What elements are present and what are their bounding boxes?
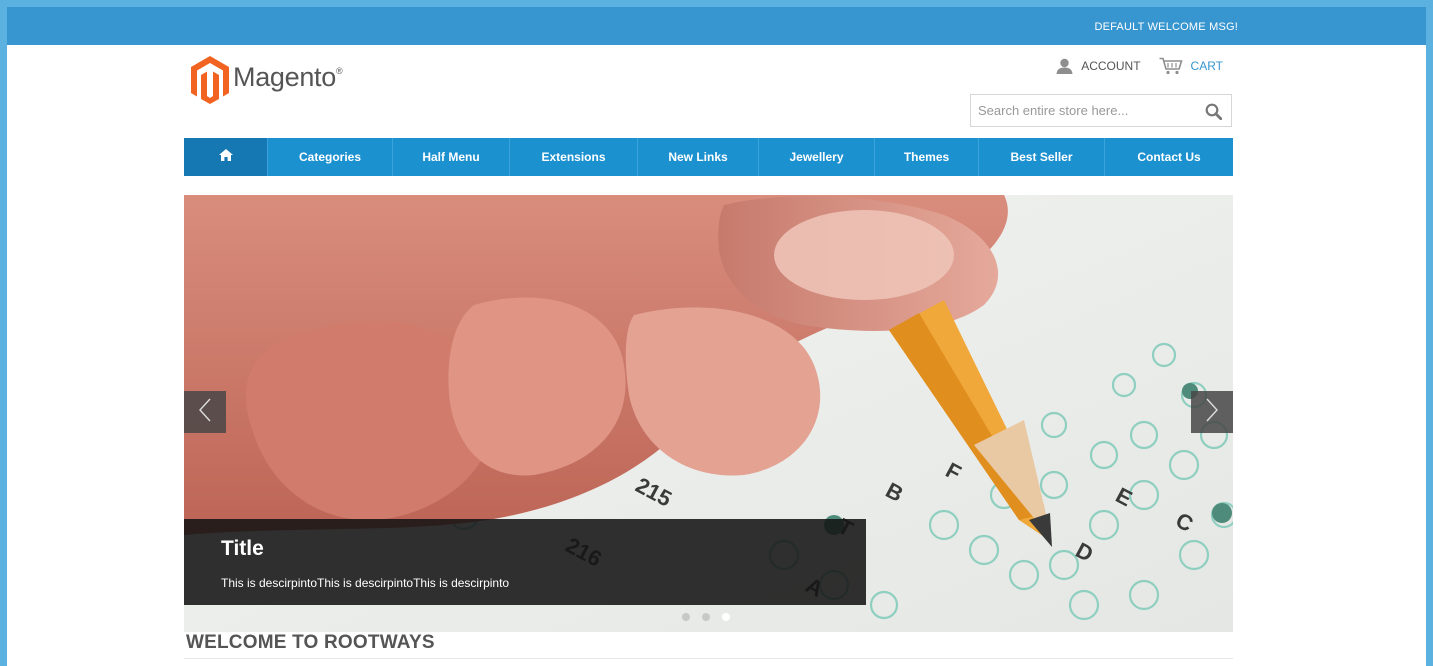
home-icon: [218, 138, 233, 176]
welcome-heading: WELCOME TO ROOTWAYS: [186, 632, 435, 653]
cart-icon: [1159, 57, 1183, 75]
slide-title: Title: [221, 537, 264, 560]
nav-item-best-seller[interactable]: Best Seller: [979, 138, 1105, 176]
magento-logo-icon: [191, 56, 229, 104]
account-label: ACCOUNT: [1081, 59, 1141, 73]
heading-divider: [184, 658, 1233, 659]
search-icon[interactable]: [1205, 103, 1223, 125]
slider-next-button[interactable]: [1191, 391, 1233, 433]
cart-label: CART: [1190, 59, 1223, 73]
slider-dot[interactable]: [682, 613, 690, 621]
nav-home[interactable]: [184, 138, 268, 176]
logo-text: Magento®: [233, 62, 343, 92]
top-bar: DEFAULT WELCOME MSG!: [7, 7, 1426, 45]
hero-slider: 215 216 A B D E T F C: [184, 195, 1233, 632]
account-link[interactable]: ACCOUNT: [1056, 58, 1141, 74]
slider-dot-active[interactable]: [722, 613, 730, 621]
search-input[interactable]: [971, 95, 1205, 126]
main-navigation: Categories Half Menu Extensions New Link…: [184, 138, 1233, 176]
account-links: ACCOUNT CART: [1038, 56, 1223, 76]
nav-item-half-menu[interactable]: Half Menu: [393, 138, 510, 176]
nav-item-categories[interactable]: Categories: [268, 138, 393, 176]
slide-description: This is descirpintoThis is descirpintoTh…: [221, 576, 510, 590]
nav-item-contact-us[interactable]: Contact Us: [1105, 138, 1233, 176]
slide-caption: Title This is descirpintoThis is descirp…: [184, 519, 866, 605]
chevron-right-icon: [1205, 398, 1219, 427]
slider-pagination: [682, 613, 742, 621]
user-icon: [1056, 58, 1073, 74]
slider-dot[interactable]: [702, 613, 710, 621]
nav-item-extensions[interactable]: Extensions: [510, 138, 638, 176]
cart-link[interactable]: CART: [1159, 57, 1223, 75]
nav-item-new-links[interactable]: New Links: [638, 138, 759, 176]
welcome-message: DEFAULT WELCOME MSG!: [1094, 21, 1238, 33]
nav-item-jewellery[interactable]: Jewellery: [759, 138, 875, 176]
search-box: [970, 94, 1232, 127]
slider-prev-button[interactable]: [184, 391, 226, 433]
chevron-left-icon: [198, 398, 212, 427]
nav-item-themes[interactable]: Themes: [875, 138, 979, 176]
